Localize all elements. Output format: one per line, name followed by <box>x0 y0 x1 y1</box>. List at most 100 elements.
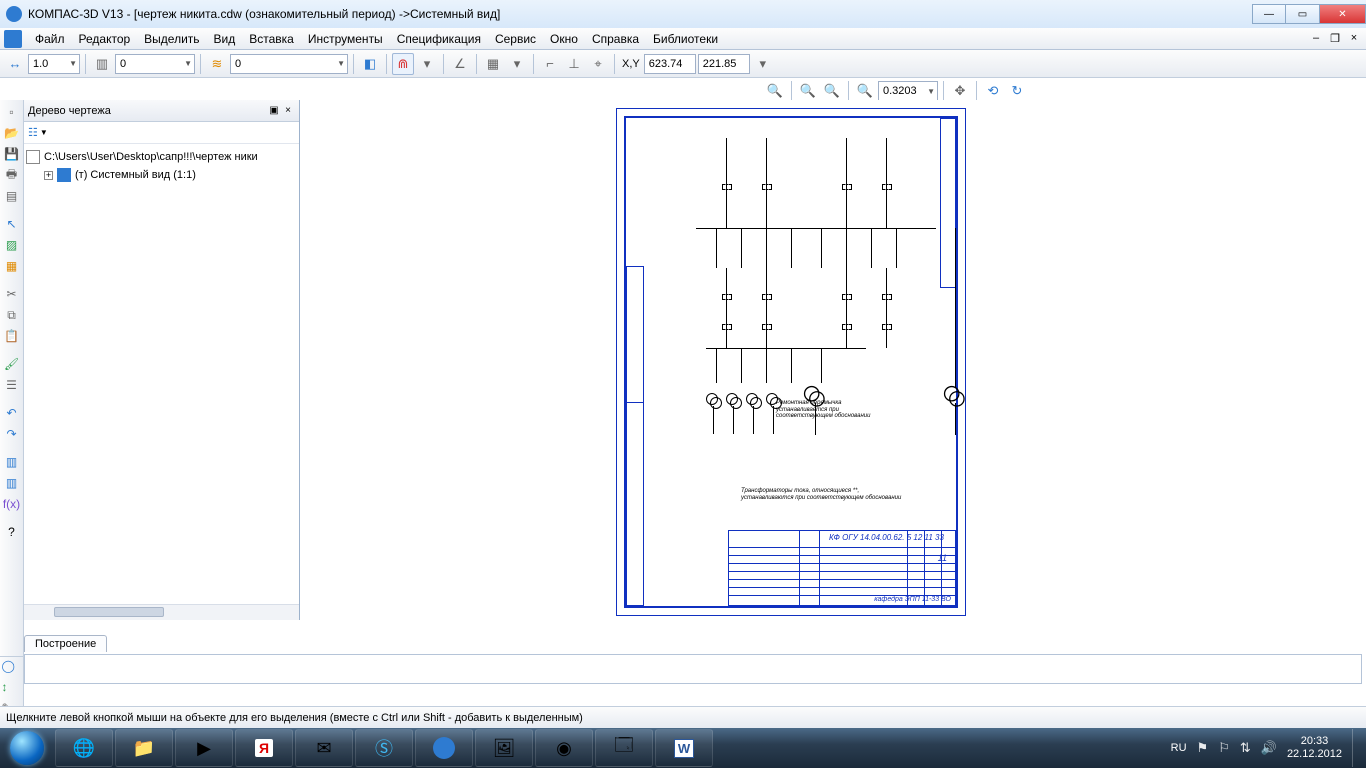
maximize-button[interactable]: ▭ <box>1286 4 1320 24</box>
grid-dropdown-icon[interactable]: ▾ <box>506 53 528 75</box>
help-cursor-icon[interactable]: ? <box>2 522 22 542</box>
page-combo[interactable]: ▼ <box>115 54 195 74</box>
open-icon[interactable]: 📂 <box>2 123 22 143</box>
menu-select[interactable]: Выделить <box>137 32 206 46</box>
previous-view-icon[interactable]: ⟲ <box>982 80 1004 102</box>
library-icon[interactable]: ▥ <box>2 452 22 472</box>
coord-x[interactable]: 623.74 <box>644 54 696 74</box>
copy-icon[interactable]: ⧉ <box>2 305 22 325</box>
style-combo[interactable]: ▼ <box>230 54 348 74</box>
menu-libs[interactable]: Библиотеки <box>646 32 725 46</box>
zoom-in-icon[interactable]: 🔍 <box>797 80 819 102</box>
tree-body[interactable]: C:\Users\User\Desktop\сапр!!!\чертеж ник… <box>24 144 299 604</box>
menu-window[interactable]: Окно <box>543 32 585 46</box>
new-icon[interactable]: ▫ <box>2 102 22 122</box>
magnet-icon[interactable]: ⋒ <box>392 53 414 75</box>
magnet-dropdown-icon[interactable]: ▾ <box>416 53 438 75</box>
cursor-step-icon[interactable]: ↔ <box>4 53 26 75</box>
ortho-icon[interactable]: ⌐ <box>539 53 561 75</box>
zoom-window-icon[interactable]: 🔍 <box>854 80 876 102</box>
tree-mode-dropdown-icon[interactable]: ▼ <box>40 128 48 137</box>
variables-icon[interactable]: f(x) <box>2 494 22 514</box>
chevron-down-icon[interactable]: ▼ <box>925 87 935 96</box>
taskbar-explorer-icon[interactable]: 📁 <box>115 729 173 767</box>
menu-insert[interactable]: Вставка <box>242 32 301 46</box>
close-button[interactable]: ✕ <box>1320 4 1366 24</box>
chevron-down-icon[interactable]: ▼ <box>67 59 77 68</box>
taskbar-mail-icon[interactable]: ✉ <box>295 729 353 767</box>
chevron-down-icon[interactable]: ▼ <box>182 59 192 68</box>
mdi-restore-icon[interactable]: ❐ <box>1327 31 1343 46</box>
tray-network-icon[interactable]: ⇅ <box>1240 740 1251 756</box>
taskbar-app-icon[interactable]: 🗔 <box>595 729 653 767</box>
close-panel-icon[interactable]: × <box>281 105 295 116</box>
chevron-down-icon[interactable]: ▼ <box>335 59 345 68</box>
menu-file[interactable]: Файл <box>28 32 72 46</box>
style-combo-input[interactable] <box>235 58 335 70</box>
coord-y[interactable]: 221.85 <box>698 54 750 74</box>
taskbar-kompas-icon[interactable] <box>415 729 473 767</box>
geometry-icon[interactable]: ◯ <box>2 659 22 678</box>
refresh-icon[interactable]: ↻ <box>1006 80 1028 102</box>
start-button[interactable] <box>0 728 54 768</box>
tab-build[interactable]: Построение <box>24 635 107 652</box>
show-desktop-button[interactable] <box>1352 729 1360 767</box>
page-combo-input[interactable] <box>120 58 182 70</box>
tray-clock[interactable]: 20:33 22.12.2012 <box>1287 735 1342 760</box>
menu-help[interactable]: Справка <box>585 32 646 46</box>
zoom-input[interactable] <box>883 85 925 97</box>
tray-flag-icon[interactable]: ⚑ <box>1197 740 1209 756</box>
app-menu-icon[interactable] <box>4 30 22 48</box>
tree-file-node[interactable]: C:\Users\User\Desktop\сапр!!!\чертеж ник… <box>26 148 297 166</box>
zoom-combo[interactable]: ▼ <box>878 81 938 101</box>
cursor-icon[interactable]: ↖ <box>2 214 22 234</box>
hatch-icon[interactable]: ▨ <box>2 235 22 255</box>
linestyle-icon[interactable]: ≋ <box>206 53 228 75</box>
taskbar-media-icon[interactable]: ▶ <box>175 729 233 767</box>
print-icon[interactable]: 🖶 <box>2 165 22 185</box>
taskbar-chrome-icon[interactable]: ◉ <box>535 729 593 767</box>
input-language[interactable]: RU <box>1171 742 1187 754</box>
properties-icon[interactable]: ☰ <box>2 375 22 395</box>
command-line[interactable] <box>24 654 1362 684</box>
tray-volume-icon[interactable]: 🔊 <box>1261 740 1277 756</box>
redo-icon[interactable]: ↷ <box>2 424 22 444</box>
menu-editor[interactable]: Редактор <box>72 32 138 46</box>
cut-icon[interactable]: ✂ <box>2 284 22 304</box>
print-preview-icon[interactable]: ▤ <box>2 186 22 206</box>
step-input[interactable] <box>33 58 67 70</box>
tray-action-center-icon[interactable]: ⚐ <box>1218 740 1230 756</box>
drawing-sheet[interactable]: Ремонтная перемычка устанавливается при … <box>616 108 966 616</box>
tree-mode-icon[interactable]: ☷ <box>28 126 38 139</box>
taskbar-pictures-icon[interactable]: 🖼 <box>475 729 533 767</box>
mdi-minimize-icon[interactable]: – <box>1308 31 1324 46</box>
step-combo[interactable]: ▼ <box>28 54 80 74</box>
taskbar-yandex-icon[interactable]: Я <box>235 729 293 767</box>
coord-dropdown-icon[interactable]: ▾ <box>752 53 774 75</box>
pin-icon[interactable]: ▣ <box>267 105 281 116</box>
tree-horizontal-scrollbar[interactable] <box>24 604 299 620</box>
menu-service[interactable]: Сервис <box>488 32 543 46</box>
angle-icon[interactable]: ∠ <box>449 53 471 75</box>
tree-view-node[interactable]: + (т) Системный вид (1:1) <box>26 166 297 184</box>
save-icon[interactable]: 💾 <box>2 144 22 164</box>
snap-round-icon[interactable]: ⌖ <box>587 53 609 75</box>
layers-icon[interactable]: ▦ <box>2 256 22 276</box>
library2-icon[interactable]: ▥ <box>2 473 22 493</box>
taskbar-word-icon[interactable]: W <box>655 729 713 767</box>
layer-icon[interactable]: ◧ <box>359 53 381 75</box>
minimize-button[interactable]: — <box>1252 4 1286 24</box>
menu-tools[interactable]: Инструменты <box>301 32 390 46</box>
grid-icon[interactable]: ▦ <box>482 53 504 75</box>
perp-icon[interactable]: ⊥ <box>563 53 585 75</box>
brush-icon[interactable]: 🖌 <box>2 354 22 374</box>
zoom-fit-icon[interactable]: 🔍 <box>764 80 786 102</box>
pan-icon[interactable]: ✥ <box>949 80 971 102</box>
zoom-out-icon[interactable]: 🔍 <box>821 80 843 102</box>
expand-icon[interactable]: + <box>44 171 53 180</box>
dimension-icon[interactable]: ↕ <box>2 680 22 699</box>
mdi-close-icon[interactable]: × <box>1346 31 1362 46</box>
taskbar-ie-icon[interactable]: 🌐 <box>55 729 113 767</box>
paste-icon[interactable]: 📋 <box>2 326 22 346</box>
menu-view[interactable]: Вид <box>207 32 243 46</box>
